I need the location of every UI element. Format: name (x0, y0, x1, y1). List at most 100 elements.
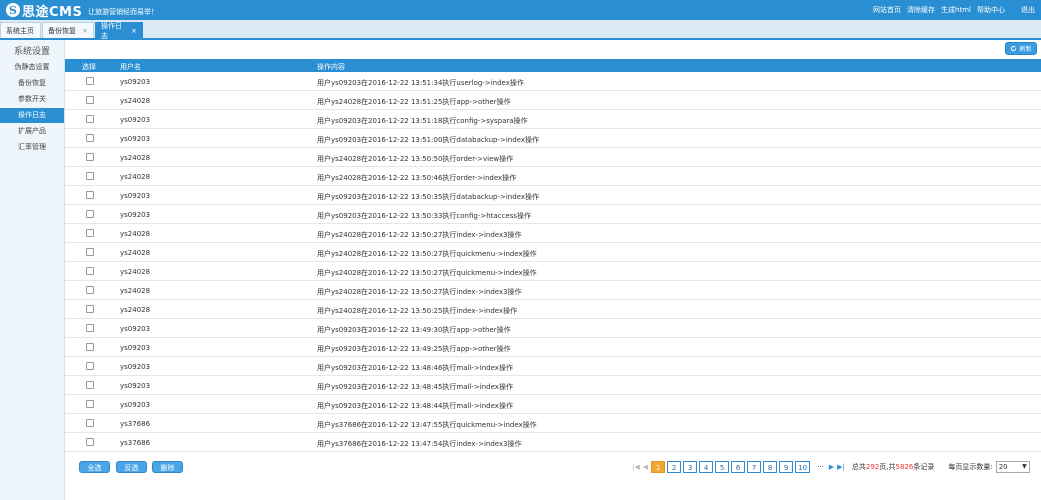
row-username: ys24028 (120, 268, 151, 276)
delete-button[interactable]: 删除 (152, 461, 183, 473)
table-row: ys24028 用户ys24028在2016-12-22 13:50:50执行or… (65, 148, 1041, 167)
row-content: 用户ys24028在2016-12-22 13:50:27执行quickmenu… (317, 269, 537, 277)
page-button-3[interactable]: 3 (683, 461, 698, 473)
row-username: ys09203 (120, 78, 151, 86)
tab-label: 操作日志 (101, 21, 122, 40)
logo[interactable]: S 思途CMS (6, 2, 82, 20)
header-username: 用户名 (120, 63, 141, 71)
table-row: ys37686 用户ys37686在2016-12-22 13:47:55执行qu… (65, 414, 1041, 433)
sidebar-title: 系统设置 (13, 47, 50, 57)
invert-selection-button[interactable]: 反选 (116, 461, 147, 473)
page-button-4[interactable]: 4 (699, 461, 714, 473)
tab-backup-restore[interactable]: 备份恢复 × (42, 22, 94, 38)
page-button-7[interactable]: 7 (747, 461, 762, 473)
row-username: ys24028 (120, 230, 151, 238)
per-page-label: 每页显示数量: (948, 463, 993, 471)
row-username: ys09203 (120, 363, 151, 371)
row-checkbox[interactable] (86, 153, 94, 161)
row-content: 用户ys24028在2016-12-22 13:50:50执行order->vi… (317, 155, 514, 163)
table-row: ys09203 用户ys09203在2016-12-22 13:50:33执行co… (65, 205, 1041, 224)
table-row: ys09203 用户ys09203在2016-12-22 13:51:00执行da… (65, 129, 1041, 148)
pagination: |◀ ◀ 1 2 3 4 5 6 7 8 9 10 ··· ▶ ▶| 总共292页,共5826条记… (632, 460, 1030, 474)
sidebar-item-operation-log[interactable]: 操作日志 (0, 108, 64, 123)
sidebar-item-exchange-rate[interactable]: 汇率管理 (0, 140, 64, 155)
table-row: ys09203 用户ys09203在2016-12-22 13:51:18执行co… (65, 110, 1041, 129)
last-page-icon[interactable]: ▶| (837, 463, 845, 471)
row-checkbox[interactable] (86, 172, 94, 180)
row-checkbox[interactable] (86, 324, 94, 332)
link-generate-html[interactable]: 生成html (941, 5, 971, 15)
row-username: ys24028 (120, 249, 151, 257)
row-checkbox[interactable] (86, 286, 94, 294)
close-icon[interactable]: × (82, 27, 88, 35)
per-page-value: 20 (998, 463, 1008, 471)
select-all-button[interactable]: 全选 (79, 461, 110, 473)
row-checkbox[interactable] (86, 210, 94, 218)
row-username: ys24028 (120, 154, 151, 162)
page-button-10[interactable]: 10 (795, 461, 811, 473)
row-checkbox[interactable] (86, 77, 94, 85)
row-username: ys24028 (120, 173, 151, 181)
row-username: ys09203 (120, 135, 151, 143)
row-checkbox[interactable] (86, 305, 94, 313)
page-button-5[interactable]: 5 (715, 461, 730, 473)
page-button-6[interactable]: 6 (731, 461, 746, 473)
sidebar-item-rewrite[interactable]: 伪静态设置 (0, 60, 64, 75)
row-content: 用户ys37686在2016-12-22 13:47:55执行quickmenu… (317, 421, 537, 429)
page-button-2[interactable]: 2 (667, 461, 682, 473)
page-button-9[interactable]: 9 (779, 461, 794, 473)
row-checkbox[interactable] (86, 438, 94, 446)
row-username: ys24028 (120, 97, 151, 105)
row-checkbox[interactable] (86, 229, 94, 237)
row-checkbox[interactable] (86, 96, 94, 104)
close-icon[interactable]: × (131, 27, 137, 35)
row-username: ys09203 (120, 325, 151, 333)
row-checkbox[interactable] (86, 248, 94, 256)
header-select: 选择 (82, 63, 96, 71)
row-username: ys37686 (120, 420, 151, 428)
row-checkbox[interactable] (86, 343, 94, 351)
first-page-icon[interactable]: |◀ (632, 463, 640, 471)
table-row: ys09203 用户ys09203在2016-12-22 13:49:30执行ap… (65, 319, 1041, 338)
row-content: 用户ys24028在2016-12-22 13:50:27执行index->in… (317, 288, 522, 296)
tab-operation-log[interactable]: 操作日志 × (95, 21, 143, 40)
table-row: ys09203 用户ys09203在2016-12-22 13:48:45执行ma… (65, 376, 1041, 395)
table-row: ys24028 用户ys24028在2016-12-22 13:50:46执行or… (65, 167, 1041, 186)
sidebar-item-backup[interactable]: 备份恢复 (0, 76, 64, 91)
next-page-icon[interactable]: ▶ (829, 463, 834, 471)
link-clear-cache[interactable]: 清除缓存 (907, 5, 935, 15)
sidebar-item-params[interactable]: 参数开关 (0, 92, 64, 107)
row-content: 用户ys09203在2016-12-22 13:50:33执行config->h… (317, 212, 531, 220)
row-checkbox[interactable] (86, 191, 94, 199)
link-help-center[interactable]: 帮助中心 (977, 5, 1005, 15)
link-site-home[interactable]: 网站首页 (873, 5, 901, 15)
tab-system-home[interactable]: 系统主页 (0, 22, 41, 38)
row-checkbox[interactable] (86, 267, 94, 275)
row-username: ys09203 (120, 211, 151, 219)
sidebar-item-extensions[interactable]: 扩展产品 (0, 124, 64, 139)
row-checkbox[interactable] (86, 115, 94, 123)
top-bar: S 思途CMS 让旅游营销轻而易举！ 网站首页 清除缓存 生成html 帮助中心… (0, 0, 1041, 20)
logout-link[interactable]: 退出 (1021, 5, 1035, 15)
row-checkbox[interactable] (86, 419, 94, 427)
total-records: 5826 (895, 463, 914, 471)
page-button-8[interactable]: 8 (763, 461, 778, 473)
row-username: ys09203 (120, 382, 151, 390)
per-page-select[interactable]: 20 ▼ (995, 461, 1030, 473)
row-content: 用户ys24028在2016-12-22 13:50:27执行quickmenu… (317, 250, 537, 258)
row-checkbox[interactable] (86, 362, 94, 370)
table-row: ys24028 用户ys24028在2016-12-22 13:50:27执行in… (65, 224, 1041, 243)
row-checkbox[interactable] (86, 381, 94, 389)
row-username: ys09203 (120, 344, 151, 352)
page-button-1[interactable]: 1 (651, 461, 666, 473)
refresh-button[interactable]: 刷新 (1005, 42, 1037, 55)
row-content: 用户ys24028在2016-12-22 13:51:25执行app->othe… (317, 98, 511, 106)
row-content: 用户ys09203在2016-12-22 13:51:18执行config->s… (317, 117, 528, 125)
row-username: ys09203 (120, 192, 151, 200)
row-checkbox[interactable] (86, 134, 94, 142)
row-content: 用户ys09203在2016-12-22 13:49:30执行app->othe… (317, 326, 511, 334)
tab-label: 系统主页 (6, 26, 34, 35)
prev-page-icon[interactable]: ◀ (643, 463, 648, 471)
row-checkbox[interactable] (86, 400, 94, 408)
table-row: ys24028 用户ys24028在2016-12-22 13:50:27执行qu… (65, 243, 1041, 262)
